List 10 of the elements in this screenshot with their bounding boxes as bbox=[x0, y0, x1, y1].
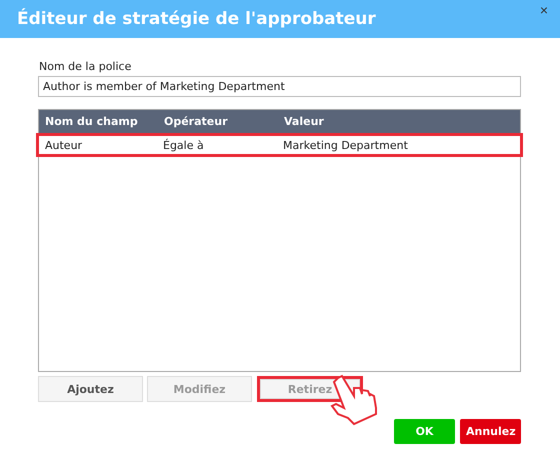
column-header: Valeur bbox=[283, 115, 324, 128]
column-header: Opérateur bbox=[163, 115, 229, 128]
field-label: Nom de la police bbox=[39, 60, 132, 73]
window-title: Éditeur de stratégie de l'approbateur bbox=[17, 9, 376, 29]
close-button[interactable]: × bbox=[538, 2, 550, 18]
policy-name-field[interactable]: Author is member of Marketing Department bbox=[38, 76, 521, 97]
table-row[interactable]: Auteur Égale à Marketing Department bbox=[36, 133, 523, 157]
column-header: Nom du champ bbox=[44, 115, 139, 128]
cancel-button[interactable]: Annulez bbox=[460, 419, 521, 444]
action-button[interactable]: Ajoutez bbox=[38, 376, 143, 402]
